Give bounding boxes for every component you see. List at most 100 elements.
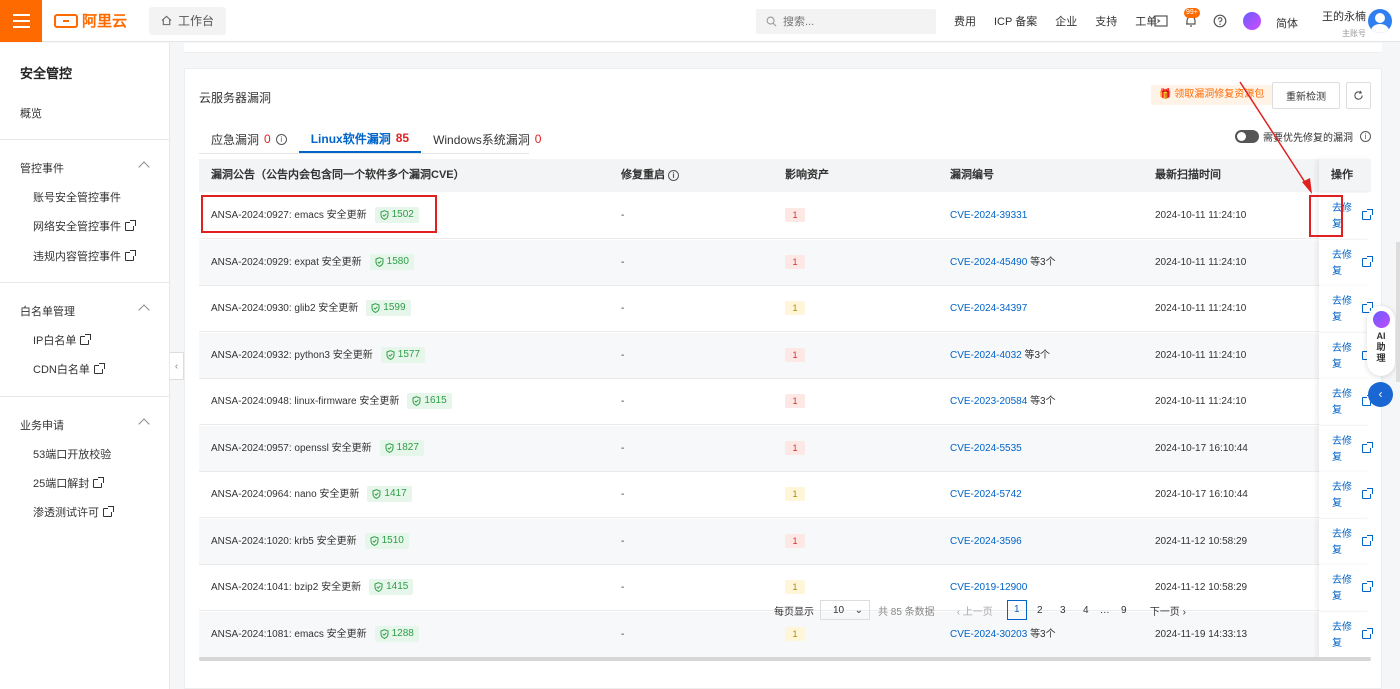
fix-link[interactable]: 去修复 — [1332, 248, 1352, 280]
cve-link[interactable]: CVE-2024-3596 — [950, 536, 1022, 547]
sidebar-item-overview[interactable]: 概览 — [20, 105, 42, 121]
page-2[interactable]: 2 — [1030, 605, 1050, 616]
external-link-icon[interactable] — [1362, 441, 1373, 453]
chevron-up-icon[interactable] — [138, 161, 150, 173]
cve-link[interactable]: CVE-2024-34397 — [950, 303, 1027, 314]
horizontal-scrollbar[interactable] — [199, 657, 1371, 661]
asset-count-badge[interactable]: 1 — [785, 394, 805, 409]
fix-link[interactable]: 去修复 — [1332, 527, 1352, 559]
sidebar-item-content-events[interactable]: 违规内容管控事件 — [33, 248, 136, 264]
table-row[interactable]: ANSA-2024:0957: openssl 安全更新 1827 - 1 CVE-20… — [199, 425, 1373, 472]
info-icon[interactable]: i — [275, 133, 287, 145]
cve-link[interactable]: CVE-2024-5535 — [950, 443, 1022, 454]
assets-cell[interactable]: 1 — [785, 472, 805, 518]
table-row[interactable]: ANSA-2024:0930: glib2 安全更新 1599 - 1 CVE-2024… — [199, 286, 1373, 332]
sidebar-item-account-events[interactable]: 账号安全管控事件 — [33, 189, 121, 205]
fix-link[interactable]: 去修复 — [1332, 341, 1352, 373]
asset-count-badge[interactable]: 1 — [785, 533, 805, 548]
page-1[interactable]: 1 — [1006, 600, 1027, 620]
table-row[interactable]: ANSA-2024:0929: expat 安全更新 1580 - 1 CVE-2024… — [199, 239, 1373, 286]
search-box[interactable] — [756, 9, 936, 34]
cve-link[interactable]: CVE-2024-5742 — [950, 489, 1022, 500]
page-scrollbar[interactable] — [1396, 242, 1400, 382]
tab-emergency[interactable]: 应急漏洞 0 i — [199, 125, 299, 153]
refresh-button[interactable] — [1346, 82, 1371, 109]
tab-linux[interactable]: Linux软件漏洞 85 — [298, 125, 422, 153]
asset-count-badge[interactable]: 1 — [785, 301, 805, 316]
menu-icon[interactable] — [0, 0, 42, 42]
sidebar-collapse-button[interactable]: ‹ — [170, 352, 184, 380]
assets-cell[interactable]: 1 — [785, 426, 805, 472]
help-icon[interactable] — [1213, 14, 1227, 28]
cve-link[interactable]: CVE-2024-39331 — [950, 210, 1027, 221]
ai-assistant-float[interactable]: AI助理 — [1367, 306, 1395, 376]
fix-link[interactable]: 去修复 — [1332, 387, 1352, 419]
cve-link[interactable]: CVE-2024-4032 — [950, 350, 1022, 361]
asset-count-badge[interactable]: 1 — [785, 487, 805, 502]
table-row[interactable]: ANSA-2024:0964: nano 安全更新 1417 - 1 CVE-2024-… — [199, 472, 1373, 518]
aliyun-logo[interactable]: 阿里云 — [54, 10, 127, 31]
sidebar-group-events[interactable]: 管控事件 — [20, 160, 64, 176]
asset-count-badge[interactable]: 1 — [785, 626, 805, 641]
next-page-button[interactable]: 下一页 › — [1150, 603, 1186, 618]
nav-support[interactable]: 支持 — [1095, 13, 1117, 29]
cve-link[interactable]: CVE-2024-30203 — [950, 629, 1027, 640]
sidebar-item-cdn-whitelist[interactable]: CDN白名单 — [33, 361, 105, 377]
fix-link[interactable]: 去修复 — [1332, 434, 1352, 466]
assets-cell[interactable]: 1 — [785, 193, 805, 239]
external-link-icon[interactable] — [1362, 255, 1373, 267]
asset-count-badge[interactable]: 1 — [785, 580, 805, 595]
asset-count-badge[interactable]: 1 — [785, 254, 805, 269]
sidebar-item-port25[interactable]: 25端口解封 — [33, 475, 105, 491]
nav-icp[interactable]: ICP 备案 — [994, 13, 1037, 29]
search-input[interactable] — [783, 15, 923, 28]
assets-cell[interactable]: 1 — [785, 379, 805, 425]
asset-count-badge[interactable]: 1 — [785, 440, 805, 455]
workbench-button[interactable]: 工作台 — [149, 6, 227, 35]
cve-link[interactable]: CVE-2024-45490 — [950, 257, 1027, 268]
external-link-icon[interactable] — [1362, 488, 1373, 499]
user-info[interactable]: 王的永楠 主账号 — [1316, 8, 1366, 39]
page-4[interactable]: 4 — [1076, 605, 1096, 616]
fix-link[interactable]: 去修复 — [1332, 573, 1352, 605]
avatar[interactable] — [1368, 9, 1392, 33]
table-row[interactable]: ANSA-2024:1020: krb5 安全更新 1510 - 1 CVE-2024-… — [199, 518, 1373, 565]
page-9[interactable]: 9 — [1114, 605, 1134, 616]
fix-link[interactable]: 去修复 — [1332, 480, 1352, 512]
fix-link[interactable]: 去修复 — [1332, 620, 1352, 652]
nav-billing[interactable]: 费用 — [954, 13, 976, 29]
cve-link[interactable]: CVE-2023-20584 — [950, 396, 1027, 407]
prev-page-button[interactable]: ‹ 上一页 — [957, 603, 993, 618]
fix-link[interactable]: 去修复 — [1332, 294, 1352, 326]
assets-cell[interactable]: 1 — [785, 333, 805, 379]
assets-cell[interactable]: 1 — [785, 286, 805, 332]
asset-count-badge[interactable]: 1 — [785, 208, 805, 223]
external-link-icon[interactable] — [1362, 627, 1373, 639]
sidebar-item-port53[interactable]: 53端口开放校验 — [33, 446, 111, 462]
chevron-up-icon[interactable] — [138, 418, 150, 430]
collapse-float-button[interactable]: ‹ — [1368, 382, 1393, 407]
asset-count-badge[interactable]: 1 — [785, 347, 805, 362]
external-link-icon[interactable] — [1362, 534, 1373, 546]
table-row[interactable]: ANSA-2024:0948: linux-firmware 安全更新 1615 -… — [199, 379, 1373, 425]
assets-cell[interactable]: 1 — [785, 519, 805, 565]
per-page-select[interactable]: 10 ⌄ — [820, 600, 870, 620]
info-icon[interactable]: i — [1360, 131, 1371, 142]
external-link-icon[interactable] — [1362, 581, 1373, 592]
external-link-icon[interactable] — [1362, 209, 1373, 220]
sidebar-item-pentest[interactable]: 渗透测试许可 — [33, 504, 114, 520]
page-3[interactable]: 3 — [1053, 605, 1073, 616]
chevron-up-icon[interactable] — [138, 304, 150, 316]
sidebar-item-network-events[interactable]: 网络安全管控事件 — [33, 218, 136, 234]
cve-link[interactable]: CVE-2019-12900 — [950, 582, 1027, 593]
info-icon[interactable]: i — [668, 170, 679, 181]
table-row[interactable]: ANSA-2024:0932: python3 安全更新 1577 - 1 CVE-20… — [199, 332, 1373, 379]
language-switch[interactable]: 简体 — [1276, 15, 1298, 31]
sidebar-group-business[interactable]: 业务申请 — [20, 417, 64, 433]
ai-assistant-icon[interactable] — [1243, 12, 1261, 30]
nav-enterprise[interactable]: 企业 — [1055, 13, 1077, 29]
tab-windows[interactable]: Windows系统漏洞 0 — [421, 125, 553, 153]
assets-cell[interactable]: 1 — [785, 240, 805, 286]
sidebar-item-ip-whitelist[interactable]: IP白名单 — [33, 332, 92, 348]
terminal-icon[interactable] — [1154, 14, 1168, 28]
